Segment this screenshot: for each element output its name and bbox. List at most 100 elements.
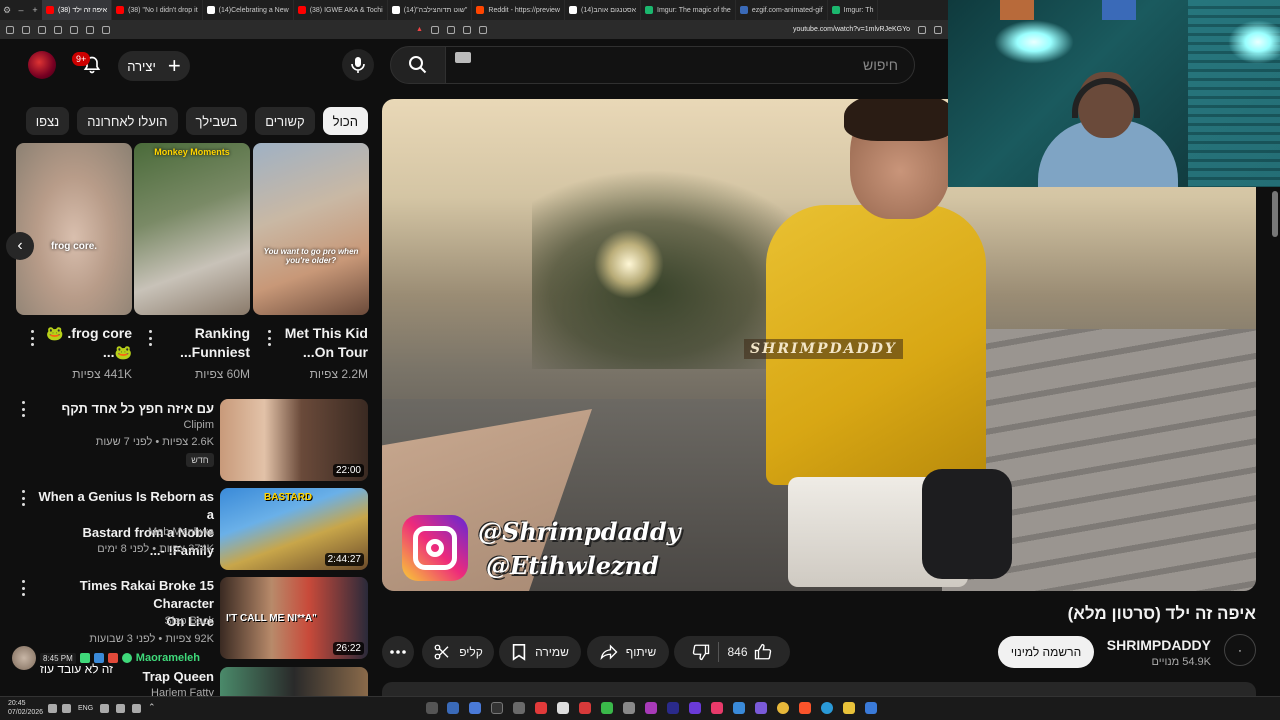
- split-view-icon[interactable]: [70, 25, 78, 34]
- chip-recently-uploaded[interactable]: הועלו לאחרונה: [77, 107, 178, 135]
- battery-icon[interactable]: [48, 704, 57, 713]
- edge-icon[interactable]: [821, 702, 833, 714]
- recommendation-thumbnail[interactable]: I'T CALL ME NI**A" 26:22: [220, 577, 368, 659]
- wallet-icon[interactable]: [38, 25, 46, 34]
- taskbar-app-icon[interactable]: [645, 702, 657, 714]
- dislike-button[interactable]: [692, 643, 710, 661]
- back-icon[interactable]: [446, 25, 455, 34]
- taskbar-app-icon[interactable]: [579, 702, 591, 714]
- browser-tab-active[interactable]: איפה זה ילד (38): [42, 0, 113, 20]
- new-tab-icon[interactable]: +: [28, 0, 42, 20]
- share-button[interactable]: שיתוף: [587, 636, 669, 668]
- taskbar-app-icon[interactable]: [469, 702, 481, 714]
- window-menu-icon[interactable]: ⚙: [0, 0, 14, 20]
- history-icon[interactable]: [102, 25, 110, 34]
- brave-rewards-icon[interactable]: ▲: [416, 26, 423, 33]
- taskbar-app-icon[interactable]: [601, 702, 613, 714]
- taskbar-app-icon[interactable]: [426, 702, 438, 714]
- file-explorer-icon[interactable]: [843, 702, 855, 714]
- keyboard-icon[interactable]: [455, 52, 471, 63]
- browser-tab[interactable]: (38) "No I didn't drop it: [112, 0, 203, 20]
- shield-icon[interactable]: [22, 25, 30, 34]
- channel-avatar[interactable]: ●: [1224, 634, 1256, 666]
- taskbar-app-icon[interactable]: [755, 702, 767, 714]
- shorts-previous-arrow-icon[interactable]: ‹: [6, 232, 34, 260]
- taskbar-app-icon[interactable]: [689, 702, 701, 714]
- recommendation-more-icon[interactable]: [18, 401, 28, 417]
- input-language[interactable]: ENG: [78, 705, 93, 712]
- browser-tab[interactable]: Imgur: The magic of the: [641, 0, 736, 20]
- windows-start-icon[interactable]: [865, 702, 877, 714]
- short-thumbnail-kid[interactable]: You want to go pro when you're older?: [253, 143, 369, 315]
- scrollbar-thumb[interactable]: [1272, 191, 1278, 237]
- voice-search-mic-icon[interactable]: [342, 49, 374, 81]
- tray-app-icon[interactable]: [116, 704, 125, 713]
- bookmark-icon[interactable]: [934, 25, 942, 34]
- taskbar-app-icon[interactable]: [513, 702, 525, 714]
- chrome-icon[interactable]: [777, 702, 789, 714]
- taskbar-app-icon[interactable]: [491, 702, 503, 714]
- reload-icon[interactable]: [430, 25, 439, 34]
- search-button[interactable]: [390, 46, 446, 84]
- brave-icon[interactable]: [799, 702, 811, 714]
- description-box[interactable]: [382, 682, 1256, 696]
- browser-tab[interactable]: Imgur: Th: [828, 0, 879, 20]
- sidebar-toggle-icon[interactable]: [6, 25, 14, 34]
- browser-tab[interactable]: ezgif.com-animated-gif: [736, 0, 828, 20]
- extensions-icon[interactable]: [86, 25, 94, 34]
- short-more-icon[interactable]: [145, 330, 155, 346]
- channel-name[interactable]: SHRIMPDADDY: [1107, 637, 1211, 653]
- taskbar-app-icon[interactable]: [623, 702, 635, 714]
- forward-icon[interactable]: [462, 25, 471, 34]
- recommendation-thumbnail[interactable]: [220, 667, 368, 696]
- tabs-icon[interactable]: [54, 25, 62, 34]
- save-button[interactable]: שמירה: [499, 636, 581, 668]
- taskbar-app-icon[interactable]: [447, 702, 459, 714]
- taskbar-app-icon[interactable]: [557, 702, 569, 714]
- taskbar-app-icon[interactable]: [733, 702, 745, 714]
- address-bar[interactable]: youtube.com/watch?v=1mlvRJeKGYo: [793, 26, 910, 33]
- short-more-icon[interactable]: [264, 330, 274, 346]
- taskbar-app-icon[interactable]: [535, 702, 547, 714]
- recommendation-thumbnail[interactable]: 22:00: [220, 399, 368, 481]
- recommendation-title[interactable]: עם איזה חפץ כל אחד תקף: [36, 400, 214, 418]
- like-button[interactable]: 846: [727, 643, 771, 661]
- minimize-icon[interactable]: –: [14, 0, 28, 20]
- recommendation-channel[interactable]: Clipim: [36, 419, 214, 431]
- subscribe-button[interactable]: הרשמה למינוי: [998, 636, 1094, 668]
- short-title[interactable]: Ranking Funniest...: [154, 324, 250, 362]
- short-title[interactable]: Met This Kid On Tour...: [272, 324, 368, 362]
- page-scrollbar[interactable]: [1270, 187, 1280, 696]
- browser-tab[interactable]: (14)Celebrating a New: [203, 0, 294, 20]
- lens-icon[interactable]: [478, 25, 487, 34]
- browser-tab[interactable]: (14)"שוט תדוהצילבה": [388, 0, 473, 20]
- chip-all[interactable]: הכול: [322, 107, 368, 135]
- search-input[interactable]: [462, 57, 898, 73]
- account-avatar[interactable]: [28, 51, 56, 79]
- tray-app-icon[interactable]: [132, 704, 141, 713]
- more-actions-button[interactable]: [382, 636, 414, 668]
- chip-for-you[interactable]: בשבילך: [185, 107, 248, 135]
- taskbar-app-icon[interactable]: [667, 702, 679, 714]
- recommendation-thumbnail[interactable]: BASTARD 2:44:27: [220, 488, 368, 570]
- create-button[interactable]: יצירה +: [118, 51, 190, 81]
- tray-overflow-icon[interactable]: ⌃: [148, 702, 156, 713]
- recommendation-more-icon[interactable]: [18, 580, 28, 596]
- recommendation-channel[interactable]: Mob Manhwa: [36, 526, 214, 538]
- short-more-icon[interactable]: [27, 330, 37, 346]
- system-clock[interactable]: 20:45 07/02/2026: [8, 699, 43, 717]
- chip-related[interactable]: קשורים: [255, 107, 315, 135]
- browser-tab[interactable]: Reddit - https://preview: [472, 0, 565, 20]
- short-thumbnail-frog[interactable]: frog core.: [16, 143, 132, 315]
- browser-tab[interactable]: (14)אסטנגום אוהב: [565, 0, 642, 20]
- short-title[interactable]: frog core. 🐸 🐸...: [36, 324, 132, 362]
- network-icon[interactable]: [62, 704, 71, 713]
- recommendation-channel[interactable]: Slap Back: [36, 615, 214, 627]
- browser-tab[interactable]: (38) IGWE AKA & Tochi: [294, 0, 388, 20]
- short-thumbnail-monkey[interactable]: Monkey Moments: [134, 143, 250, 315]
- share-page-icon[interactable]: [918, 25, 926, 34]
- taskbar-app-icon[interactable]: [711, 702, 723, 714]
- recommendation-more-icon[interactable]: [18, 490, 28, 506]
- chip-watched[interactable]: נצפו: [25, 107, 70, 135]
- clip-button[interactable]: קליפ: [422, 636, 494, 668]
